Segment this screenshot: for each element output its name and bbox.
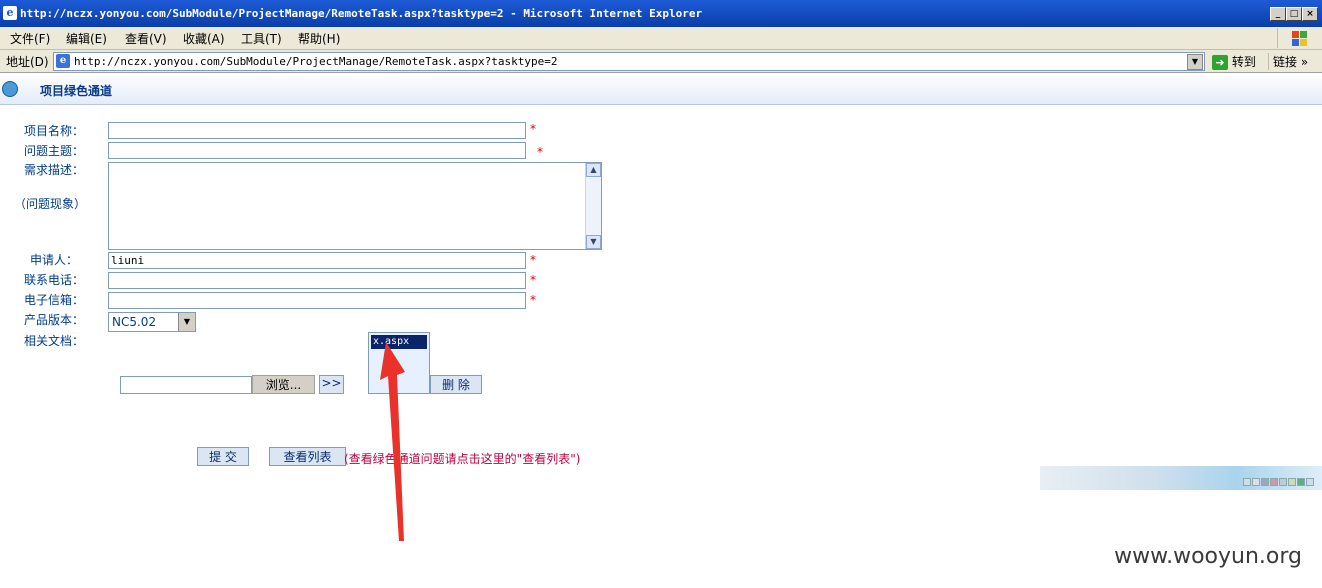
watermark: www.wooyun.org xyxy=(1114,544,1302,569)
arrow-shape xyxy=(380,342,405,541)
annotation-arrow xyxy=(380,342,405,541)
